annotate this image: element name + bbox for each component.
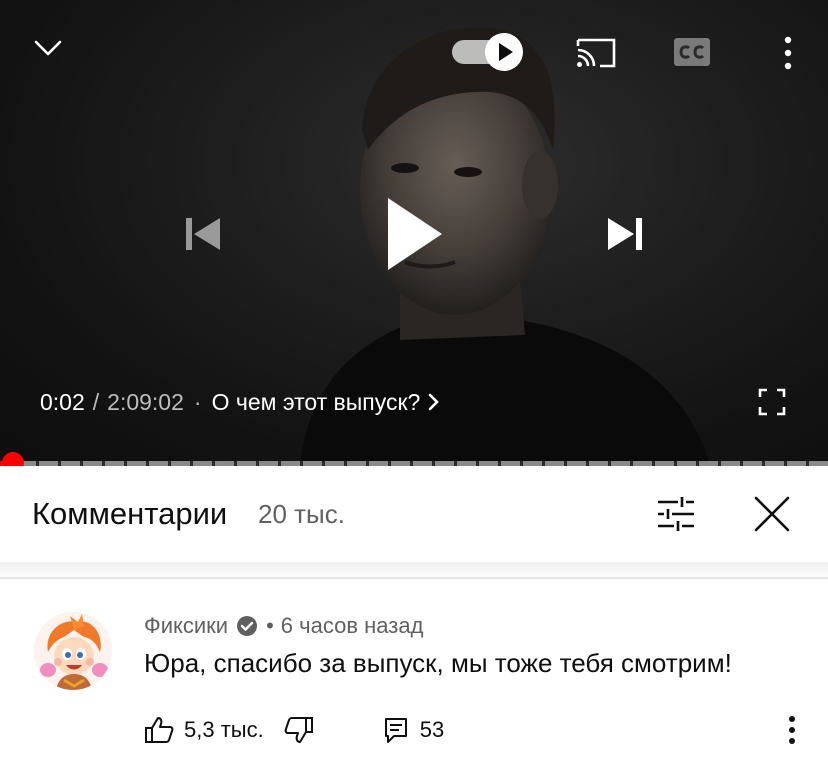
play-button[interactable] xyxy=(372,192,456,276)
chevron-down-icon xyxy=(34,40,62,56)
skip-previous-icon xyxy=(186,218,220,250)
comment-actions: 5,3 тыс. 53 xyxy=(144,712,444,748)
cast-icon xyxy=(576,38,616,68)
sliders-icon xyxy=(658,497,694,531)
like-count: 5,3 тыс. xyxy=(184,717,264,742)
autoplay-toggle-icon xyxy=(452,33,523,71)
thumb-down-icon xyxy=(284,717,313,743)
closed-captions-icon xyxy=(674,38,710,66)
comments-divider xyxy=(0,577,828,579)
comment-author[interactable]: Фиксики xyxy=(144,613,228,639)
comment-more-button[interactable] xyxy=(774,710,810,750)
captions-button[interactable] xyxy=(668,30,716,74)
fullscreen-icon xyxy=(758,388,786,416)
chapter-title: О чем этот выпуск? xyxy=(211,388,421,415)
time-display: 0:02 / 2:09:02 · О чем этот выпуск? xyxy=(40,386,440,418)
previous-button[interactable] xyxy=(174,206,230,262)
avatar[interactable] xyxy=(34,612,112,690)
video-player[interactable]: 0:02 / 2:09:02 · О чем этот выпуск? xyxy=(0,0,828,464)
avatar-image xyxy=(34,612,112,690)
play-icon xyxy=(388,198,442,270)
sort-filter-button[interactable] xyxy=(652,490,700,538)
current-time: 0:02 xyxy=(40,388,85,415)
autoplay-toggle[interactable] xyxy=(450,32,526,72)
comment-time: 6 часов назад xyxy=(280,613,424,638)
duration: 2:09:02 xyxy=(107,388,184,415)
verified-badge-icon xyxy=(236,615,258,637)
fullscreen-button[interactable] xyxy=(750,384,794,420)
comments-count: 20 тыс. xyxy=(258,499,345,529)
more-options-button[interactable] xyxy=(770,30,806,76)
chapter-dot: · xyxy=(193,388,202,415)
skip-next-icon xyxy=(608,218,642,250)
next-button[interactable] xyxy=(598,206,654,262)
time-separator: / xyxy=(92,388,100,415)
comment-text: Юра, спасибо за выпуск, мы тоже тебя смо… xyxy=(144,648,732,678)
reply-button[interactable]: 53 xyxy=(384,717,444,743)
dislike-button[interactable] xyxy=(284,716,314,744)
reply-count: 53 xyxy=(419,717,445,742)
close-icon xyxy=(754,496,790,532)
chapter-link[interactable]: О чем этот выпуск? xyxy=(212,389,441,416)
like-button[interactable]: 5,3 тыс. xyxy=(144,716,264,744)
thumb-up-icon xyxy=(145,717,174,743)
comments-title: Комментарии xyxy=(32,496,228,531)
comments-header: Комментарии 20 тыс. xyxy=(0,466,828,562)
meta-dot: • xyxy=(266,613,274,638)
reply-icon xyxy=(384,718,407,743)
cast-button[interactable] xyxy=(570,30,622,74)
more-vertical-icon xyxy=(789,716,795,744)
more-vertical-icon xyxy=(784,36,792,70)
chevron-right-icon xyxy=(428,392,440,412)
close-comments-button[interactable] xyxy=(748,490,796,538)
comment-meta: Фиксики • 6 часов назад xyxy=(144,612,423,640)
collapse-button[interactable] xyxy=(26,30,70,66)
